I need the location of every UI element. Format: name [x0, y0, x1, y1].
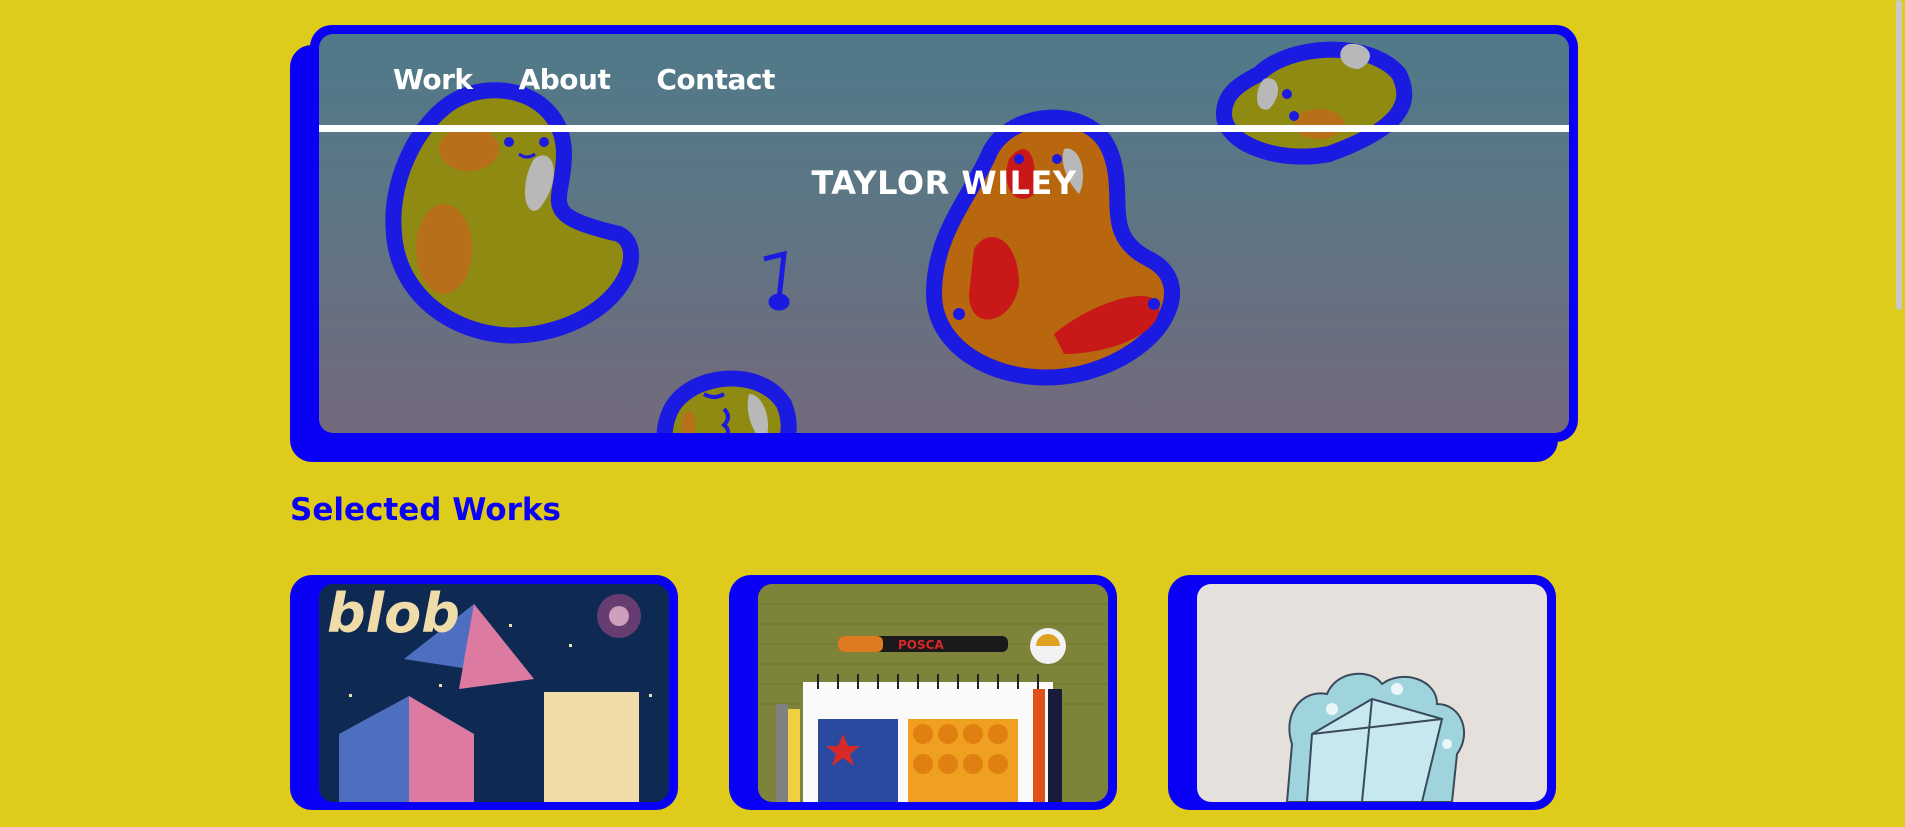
main-nav: Work About Contact	[319, 34, 1569, 124]
posca-brand-label: POSCA	[898, 638, 944, 652]
work-card-3[interactable]	[1188, 575, 1556, 810]
selected-works-heading: Selected Works	[290, 492, 561, 528]
work-card-1[interactable]: blob	[310, 575, 678, 810]
site-title: TAYLOR WILEY	[811, 164, 1077, 202]
hero-banner: Work About Contact TAYLOR WILEY	[319, 34, 1569, 433]
work-card-2[interactable]: POSCA	[749, 575, 1117, 810]
ink-sketch-image	[1197, 584, 1547, 802]
nav-link-work[interactable]: Work	[393, 63, 473, 96]
nav-divider	[319, 125, 1569, 132]
nav-link-about[interactable]: About	[519, 63, 611, 96]
hero-card: Work About Contact TAYLOR WILEY	[310, 25, 1578, 442]
blob-pixel-art-image: blob	[319, 584, 669, 802]
scrollbar-thumb[interactable]	[1896, 0, 1902, 310]
page-scrollbar[interactable]	[1891, 0, 1905, 827]
blob-thumb-label: blob	[327, 584, 460, 645]
nav-link-contact[interactable]: Contact	[656, 63, 775, 96]
posca-markers-sketchbook-image: POSCA	[758, 584, 1108, 802]
